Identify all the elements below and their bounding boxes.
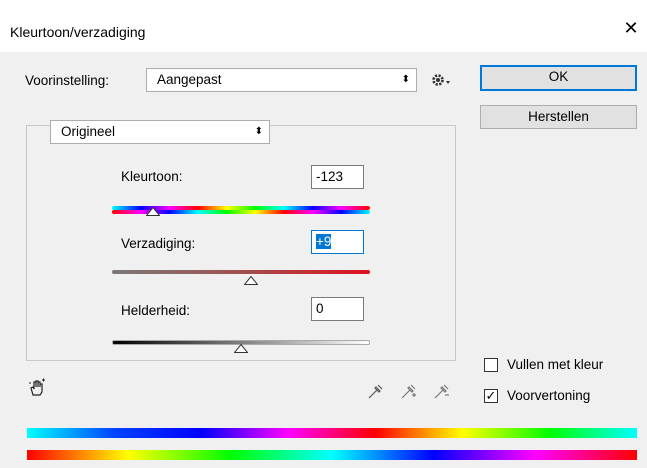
saturation-input[interactable]: +9	[311, 230, 364, 254]
reset-button[interactable]: Herstellen	[480, 105, 637, 129]
hue-input[interactable]: -123	[311, 165, 364, 189]
eyedropper-icon[interactable]	[367, 382, 385, 400]
window-title: Kleurtoon/verzadiging	[10, 24, 146, 40]
channel-select[interactable]: Origineel ⬍	[50, 120, 270, 144]
lightness-label: Helderheid:	[121, 303, 191, 318]
adjustment-group	[26, 125, 456, 361]
saturation-slider-track[interactable]	[112, 270, 370, 274]
channel-select-value: Origineel	[61, 124, 116, 139]
preset-select[interactable]: Aangepast ⬍	[146, 68, 417, 92]
lightness-input[interactable]: 0	[311, 297, 364, 321]
input-color-bar	[27, 428, 637, 438]
preset-label: Voorinstelling:	[25, 73, 110, 88]
ok-button[interactable]: OK	[480, 65, 637, 91]
hue-label: Kleurtoon:	[121, 169, 183, 184]
saturation-input-value: +9	[316, 234, 332, 249]
eyedropper-subtract-icon[interactable]	[433, 382, 451, 400]
output-color-bar	[27, 450, 637, 460]
updown-arrow-icon: ⬍	[401, 74, 410, 85]
saturation-label: Verzadiging:	[121, 236, 196, 251]
preset-select-value: Aangepast	[157, 72, 222, 87]
eyedropper-add-icon[interactable]	[400, 382, 418, 400]
preview-checkbox[interactable]: ✓	[484, 389, 498, 403]
targeted-adjustment-hand-icon[interactable]	[28, 378, 48, 398]
close-icon[interactable]: ✕	[622, 19, 640, 37]
colorize-checkbox[interactable]	[484, 358, 498, 372]
preset-options-gear-icon[interactable]	[429, 70, 453, 90]
preview-label: Voorvertoning	[507, 388, 591, 403]
colorize-label: Vullen met kleur	[507, 357, 604, 372]
updown-arrow-icon: ⬍	[254, 126, 263, 137]
